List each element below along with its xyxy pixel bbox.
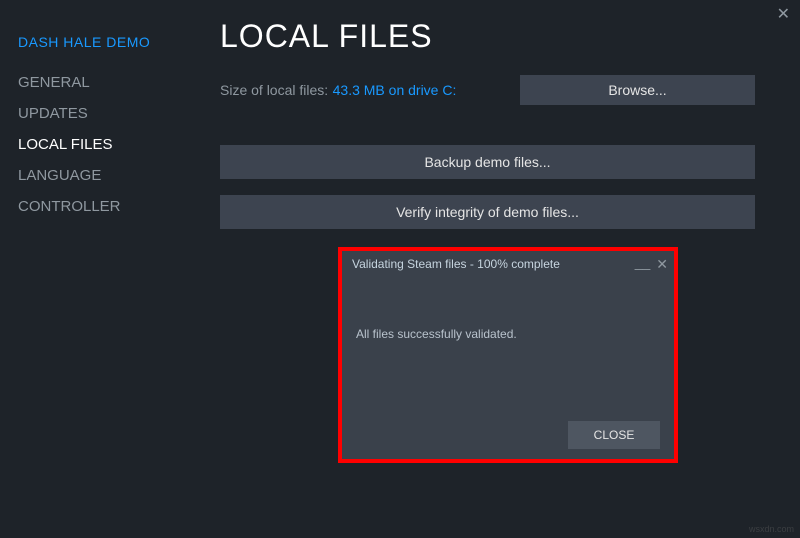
backup-button[interactable]: Backup demo files... <box>220 145 755 179</box>
sidebar-item-local-files[interactable]: LOCAL FILES <box>18 136 200 153</box>
dialog-footer: CLOSE <box>342 411 674 459</box>
sidebar-item-language[interactable]: LANGUAGE <box>18 167 200 184</box>
dialog-titlebar: Validating Steam files - 100% complete _… <box>342 251 674 277</box>
dialog-title: Validating Steam files - 100% complete <box>352 257 560 271</box>
sidebar-item-updates[interactable]: UPDATES <box>18 105 200 122</box>
sidebar-item-general[interactable]: GENERAL <box>18 74 200 91</box>
sidebar-item-controller[interactable]: CONTROLLER <box>18 198 200 215</box>
watermark: wsxdn.com <box>749 524 794 534</box>
sidebar-title[interactable]: DASH HALE DEMO <box>18 34 200 50</box>
dialog-body: All files successfully validated. <box>342 277 674 411</box>
size-value: 43.3 MB on drive C: <box>333 82 457 98</box>
size-row: Size of local files: 43.3 MB on drive C:… <box>220 75 780 105</box>
size-label: Size of local files: <box>220 82 328 98</box>
page-title: LOCAL FILES <box>220 18 780 55</box>
dialog-close-icon[interactable]: ✕ <box>656 256 668 273</box>
sidebar: DASH HALE DEMO GENERAL UPDATES LOCAL FIL… <box>0 0 200 538</box>
browse-button[interactable]: Browse... <box>520 75 755 105</box>
main-panel: LOCAL FILES Size of local files: 43.3 MB… <box>220 18 780 245</box>
dialog-close-button[interactable]: CLOSE <box>568 421 660 449</box>
validation-dialog: Validating Steam files - 100% complete _… <box>338 247 678 463</box>
verify-button[interactable]: Verify integrity of demo files... <box>220 195 755 229</box>
dialog-minimize-icon[interactable]: __ <box>635 254 651 270</box>
